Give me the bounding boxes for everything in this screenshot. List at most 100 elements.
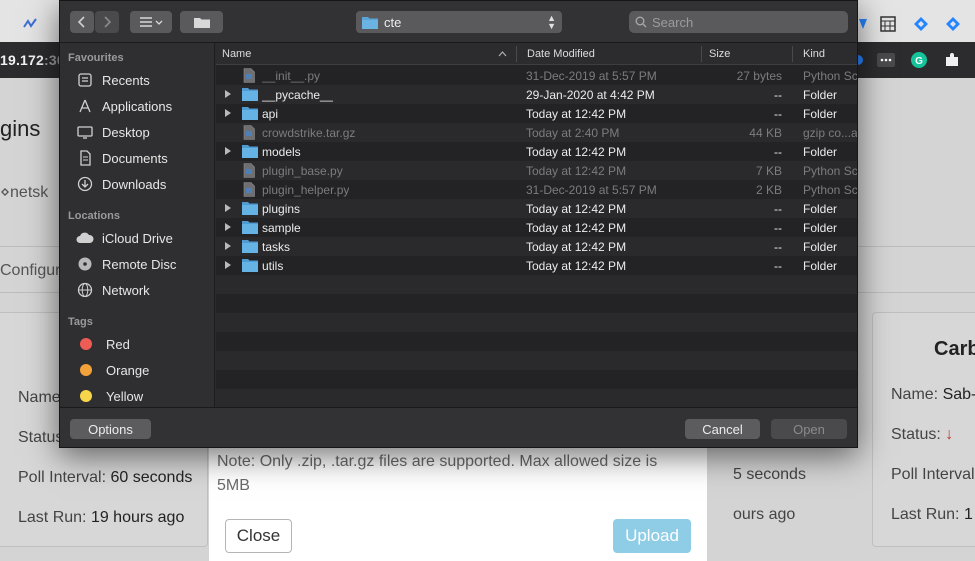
plugin-tab[interactable]: ⋄netsk	[0, 182, 48, 202]
more-dots-icon[interactable]	[876, 50, 896, 70]
column-separator[interactable]	[701, 46, 702, 62]
plugin-link-icon: ⋄	[0, 184, 11, 201]
folder-row[interactable]: api Today at 12:42 PM -- Folder	[216, 104, 857, 123]
sidebar-item-recents[interactable]: Recents	[76, 69, 150, 91]
configure-tab[interactable]: Configur	[0, 262, 60, 280]
column-kind-label: Kind	[803, 48, 826, 60]
grammarly-icon[interactable]: G	[909, 50, 929, 70]
file-list: Name Date Modified Size Kind __init__.py…	[216, 43, 857, 407]
orange-tag-dot-icon	[80, 364, 92, 376]
chevron-right-icon	[104, 16, 111, 28]
dialog-toolbar: cte ▲ ▼	[60, 1, 857, 43]
disclosure-triangle-icon[interactable]	[225, 242, 231, 250]
disclosure-triangle-icon[interactable]	[225, 147, 231, 155]
row-size: 2 KB	[755, 182, 782, 197]
search-input[interactable]	[652, 14, 832, 30]
disclosure-triangle-icon[interactable]	[225, 204, 231, 212]
last-run-value: 19 hours ago	[90, 509, 185, 526]
folder-row[interactable]: __pycache__ 29-Jan-2020 at 4:42 PM -- Folde…	[216, 85, 857, 104]
row-kind: Folder	[803, 106, 838, 121]
open-button[interactable]: Open	[771, 419, 847, 439]
column-size-label: Size	[709, 48, 731, 60]
locations-heading: Locations	[68, 210, 120, 222]
right-last-run-label: Last Run:	[891, 506, 960, 523]
new-folder-button[interactable]	[180, 11, 223, 33]
file-row[interactable]: plugin_helper.py 31-Dec-2019 at 5:57 PM 2 …	[216, 180, 857, 199]
calculator-icon[interactable]	[878, 14, 898, 34]
back-button[interactable]	[70, 11, 94, 33]
sidebar-item-label: Yellow	[106, 388, 144, 404]
row-name: api	[262, 106, 279, 121]
row-date-modified: Today at 12:42 PM	[526, 258, 627, 273]
close-button[interactable]: Close	[225, 519, 292, 553]
row-kind: gzip co...a	[803, 125, 857, 140]
sidebar-tag-orange[interactable]: Orange	[76, 359, 149, 381]
last-run-label: Last Run:	[18, 509, 87, 526]
disclosure-triangle-icon[interactable]	[225, 223, 231, 231]
dialog-footer: Options Cancel Open	[60, 407, 857, 447]
disclosure-triangle-icon[interactable]	[225, 90, 231, 98]
column-header-date-modified[interactable]: Date Modified	[521, 43, 701, 65]
sidebar-tag-yellow[interactable]: Yellow	[76, 385, 143, 407]
row-kind: Python Sc	[803, 163, 857, 178]
jira-diamond-icon-2[interactable]	[943, 14, 963, 34]
disclosure-triangle-icon[interactable]	[225, 261, 231, 269]
folder-row[interactable]: models Today at 12:42 PM -- Folder	[216, 142, 857, 161]
row-name: crowdstrike.tar.gz	[262, 125, 356, 140]
empty-row	[216, 275, 857, 294]
sidebar-item-applications[interactable]: Applications	[76, 95, 172, 117]
row-name: plugins	[262, 201, 301, 216]
column-separator[interactable]	[792, 46, 793, 62]
sidebar-item-desktop[interactable]: Desktop	[76, 121, 150, 143]
sidebar-item-network[interactable]: Network	[76, 279, 150, 301]
sidebar-item-remote-disc[interactable]: Remote Disc	[76, 253, 176, 275]
view-options-button[interactable]	[130, 11, 172, 33]
sidebar-item-label: Red	[106, 336, 130, 352]
column-header-name[interactable]: Name	[216, 43, 516, 65]
column-header-size[interactable]: Size	[703, 43, 791, 65]
page-title: gins	[0, 116, 41, 141]
row-kind: Folder	[803, 201, 838, 216]
folder-row[interactable]: sample Today at 12:42 PM -- Folder	[216, 218, 857, 237]
row-size: --	[774, 144, 782, 159]
poll-interval-value: 60 seconds	[110, 469, 193, 486]
right-name-label: Name:	[891, 386, 939, 403]
right-status-label: Status:	[891, 426, 941, 443]
search-field[interactable]	[629, 11, 848, 33]
options-button[interactable]: Options	[70, 419, 151, 439]
file-row[interactable]: __init__.py 31-Dec-2019 at 5:57 PM 27 byte…	[216, 66, 857, 85]
folder-row[interactable]: plugins Today at 12:42 PM -- Folder	[216, 199, 857, 218]
row-name: models	[262, 144, 301, 159]
column-separator[interactable]	[516, 46, 517, 62]
current-folder-popup[interactable]: cte ▲ ▼	[356, 11, 562, 33]
address-text[interactable]: 19.172:30	[0, 52, 65, 68]
file-row[interactable]: plugin_base.py Today at 12:42 PM 7 KB Pytho…	[216, 161, 857, 180]
column-header-kind[interactable]: Kind	[797, 43, 857, 65]
right-card-name: Name: Sab-	[891, 386, 975, 404]
puzzle-icon[interactable]	[942, 50, 962, 70]
folder-icon	[362, 16, 378, 29]
empty-row	[216, 351, 857, 370]
folder-row[interactable]: tasks Today at 12:42 PM -- Folder	[216, 237, 857, 256]
sidebar-item-downloads[interactable]: Downloads	[76, 173, 166, 195]
sidebar-item-label: Applications	[102, 98, 173, 114]
upload-button[interactable]: Upload	[613, 519, 691, 553]
jira-diamond-icon[interactable]	[911, 14, 931, 34]
row-kind: Folder	[803, 87, 838, 102]
row-name: __pycache__	[262, 87, 334, 102]
chevron-left-icon	[78, 16, 85, 28]
sidebar-item-documents[interactable]: Documents	[76, 147, 168, 169]
forward-button[interactable]	[95, 11, 119, 33]
empty-row	[216, 332, 857, 351]
file-icon	[242, 182, 258, 197]
right-card-poll-interval: Poll Interval	[891, 466, 975, 483]
file-row[interactable]: crowdstrike.tar.gz Today at 2:40 PM 44 KB g…	[216, 123, 857, 142]
disclosure-triangle-icon[interactable]	[225, 109, 231, 117]
new-folder-icon	[193, 17, 210, 28]
cancel-button[interactable]: Cancel	[685, 419, 760, 439]
upload-plugin-modal: Note: Only .zip, .tar.gz files are suppo…	[209, 440, 707, 561]
sidebar-item-icloud-drive[interactable]: iCloud Drive	[76, 227, 173, 249]
folder-row[interactable]: utils Today at 12:42 PM -- Folder	[216, 256, 857, 275]
upload-note: Note: Only .zip, .tar.gz files are suppo…	[217, 453, 658, 494]
sidebar-tag-red[interactable]: Red	[76, 333, 130, 355]
